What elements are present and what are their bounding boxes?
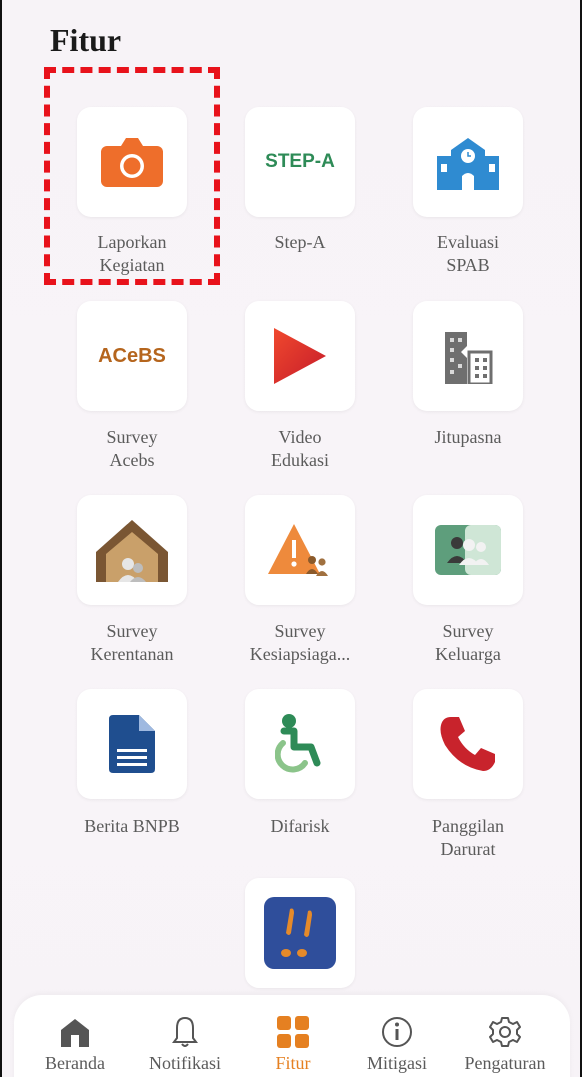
nav-label: Beranda (45, 1053, 105, 1073)
phone-icon (440, 717, 495, 771)
feature-label: Video Edukasi (271, 427, 329, 470)
nav-pengaturan[interactable]: Pengaturan (450, 1015, 560, 1074)
feature-label: Jitupasna (434, 427, 502, 447)
feature-label: Difarisk (270, 816, 330, 836)
step-a-logo-icon: STEP-A (265, 151, 335, 172)
feature-laporkan-kegiatan[interactable] (77, 107, 187, 217)
feature-jitupasna[interactable] (413, 301, 523, 411)
feature-label: Laporkan Kegiatan (97, 232, 167, 275)
nav-label: Fitur (275, 1053, 311, 1073)
feature-evaluasi-spab[interactable] (413, 107, 523, 217)
feature-survey-acebs[interactable]: ACeBS (77, 301, 187, 411)
wheelchair-icon (275, 714, 321, 773)
feature-step-a[interactable]: STEP-A (245, 107, 355, 217)
nav-mitigasi[interactable]: Mitigasi (342, 1015, 452, 1074)
family-icon (435, 525, 501, 575)
document-icon (109, 715, 155, 773)
footprints-icon (264, 897, 336, 969)
feature-difarisk[interactable] (245, 689, 355, 799)
play-icon (274, 328, 326, 384)
feature-footprints[interactable] (245, 878, 355, 988)
feature-label: Step-A (274, 232, 326, 252)
home-icon (61, 1019, 89, 1047)
feature-survey-kerentanan[interactable] (77, 495, 187, 605)
nav-beranda[interactable]: Beranda (20, 1015, 130, 1074)
nav-label: Mitigasi (366, 1053, 427, 1073)
gear-icon (489, 1017, 521, 1047)
feature-label: Panggilan Darurat (432, 816, 504, 859)
nav-label: Notifikasi (149, 1053, 221, 1073)
features-screen: Fitur Laporkan Kegiatan STEP-A Step-A Ev… (0, 0, 582, 1077)
feature-berita-bnpb[interactable] (77, 689, 187, 799)
info-icon (382, 1017, 412, 1047)
feature-panggilan-darurat[interactable] (413, 689, 523, 799)
feature-label: Survey Kerentanan (90, 621, 174, 664)
bell-icon (172, 1016, 198, 1047)
nav-notifikasi[interactable]: Notifikasi (130, 1015, 240, 1074)
house-people-icon (96, 520, 168, 582)
grid-icon (277, 1016, 309, 1048)
nav-label: Pengaturan (464, 1053, 546, 1073)
nav-fitur[interactable]: Fitur (238, 1015, 348, 1074)
camera-icon (101, 138, 163, 187)
feature-label: Evaluasi SPAB (437, 232, 499, 275)
feature-label: Berita BNPB (84, 816, 180, 836)
feature-survey-kesiapsiagaan[interactable] (245, 495, 355, 605)
feature-video-edukasi[interactable] (245, 301, 355, 411)
page-title: Fitur (50, 22, 122, 58)
feature-label: Survey Keluarga (435, 621, 501, 664)
feature-survey-keluarga[interactable] (413, 495, 523, 605)
damaged-building-icon (445, 332, 493, 384)
bottom-navigation: Beranda Notifikasi Fitur Mitigasi Pengat… (14, 995, 570, 1077)
feature-label: Survey Acebs (106, 427, 158, 470)
warning-people-icon (268, 524, 328, 576)
school-building-icon (437, 138, 499, 190)
acebs-logo-icon: ACeBS (98, 344, 166, 367)
feature-label: Survey Kesiapsiaga... (249, 621, 351, 664)
